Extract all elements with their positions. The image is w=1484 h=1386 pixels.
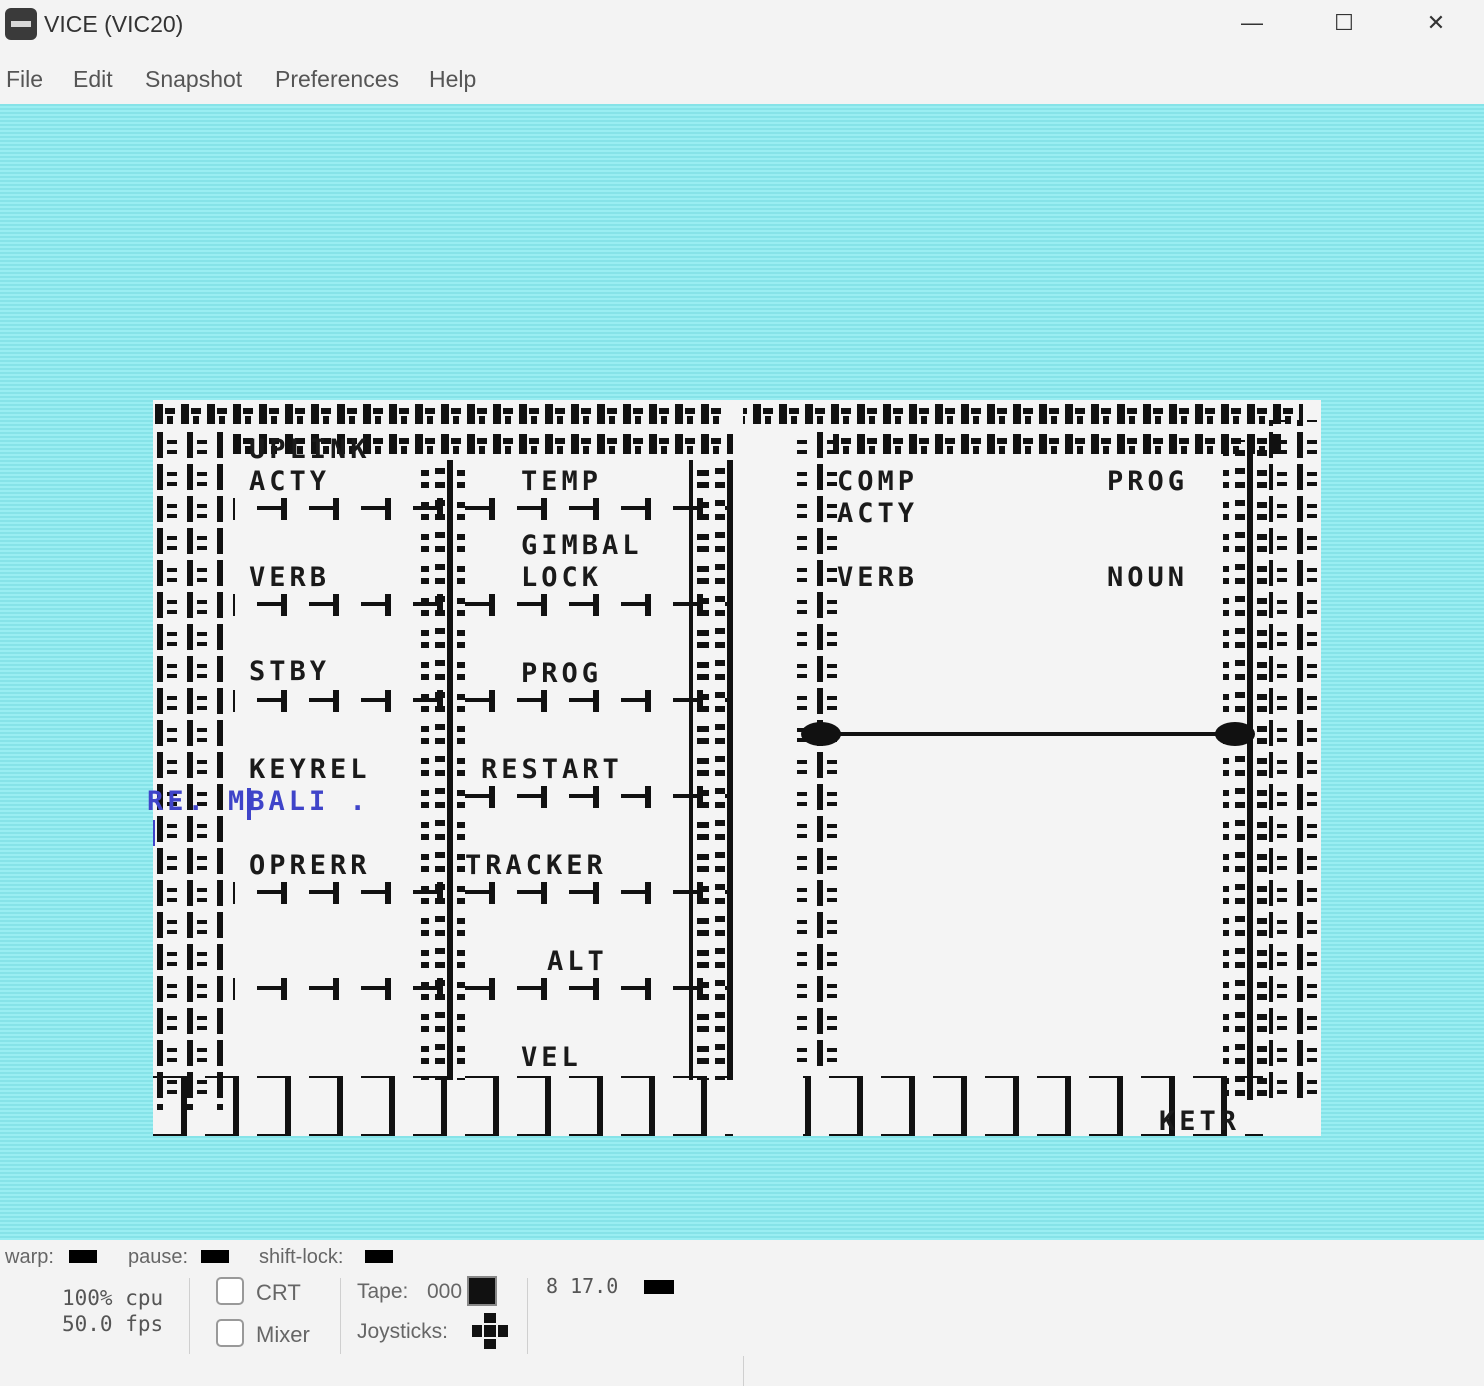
label-verb-left: VERB <box>249 562 331 593</box>
drive-status: 8 17.0 <box>546 1274 619 1298</box>
separator <box>527 1278 528 1354</box>
tape-label: Tape: <box>357 1280 409 1303</box>
close-icon: ✕ <box>1426 10 1446 35</box>
label-keyrel: KEYREL <box>249 754 371 785</box>
menu-file[interactable]: File <box>6 66 43 93</box>
label-uplink: UPLINK <box>249 434 371 465</box>
vic20-display: UPLINK ACTY TEMP GIMBAL VERB LOCK STBY P… <box>147 400 1321 1137</box>
label-alt: ALT <box>547 946 608 977</box>
minimize-button[interactable]: — <box>1206 0 1298 46</box>
label-lock: LOCK <box>521 562 603 593</box>
menu-edit[interactable]: Edit <box>73 66 113 93</box>
label-verb-right: VERB <box>837 562 919 593</box>
mixer-label: Mixer <box>256 1322 310 1347</box>
maximize-icon: ☐ <box>1334 10 1354 35</box>
label-oprerr: OPRERR <box>249 850 371 881</box>
window-title: VICE (VIC20) <box>44 11 184 37</box>
joysticks-label: Joysticks: <box>357 1320 449 1343</box>
label-prog-right: PROG <box>1107 466 1189 497</box>
warp-label: warp: <box>5 1246 54 1268</box>
label-prog-left: PROG <box>521 658 603 689</box>
crt-label: CRT <box>256 1280 301 1305</box>
title-bar: VICE (VIC20) — ☐ ✕ <box>0 0 1484 50</box>
overlay-text: RE. MBALI . <box>147 786 370 817</box>
minimize-icon: — <box>1241 10 1263 35</box>
joystick-icon[interactable] <box>472 1313 508 1349</box>
tape-counter: 000 <box>427 1280 463 1303</box>
tape-control-button[interactable] <box>467 1276 497 1306</box>
cpu-readout: 100% cpu <box>62 1286 164 1310</box>
fps-readout: 50.0 fps <box>62 1312 164 1336</box>
label-acty-right: ACTY <box>837 498 919 529</box>
drive-led <box>644 1280 674 1294</box>
shift-lock-indicator[interactable] <box>365 1250 393 1263</box>
menu-snapshot[interactable]: Snapshot <box>145 66 242 93</box>
label-restart: RESTART <box>481 754 623 785</box>
label-stby: STBY <box>249 656 331 687</box>
maximize-button[interactable]: ☐ <box>1298 0 1390 46</box>
status-bar: warp: pause: shift-lock: 100% cpu 50.0 f… <box>0 1240 1484 1386</box>
menu-help[interactable]: Help <box>429 66 476 93</box>
label-noun: NOUN <box>1107 562 1189 593</box>
pause-label: pause: <box>128 1246 189 1268</box>
crt-checkbox[interactable] <box>216 1277 244 1305</box>
vice-app-icon <box>5 8 37 40</box>
separator <box>189 1278 190 1354</box>
warp-indicator[interactable] <box>69 1250 97 1263</box>
separator <box>743 1356 744 1386</box>
mixer-checkbox[interactable] <box>216 1319 244 1347</box>
label-gimbal: GIMBAL <box>521 530 643 561</box>
pause-indicator[interactable] <box>201 1250 229 1263</box>
separator <box>340 1278 341 1354</box>
menu-bar: File Edit Snapshot Preferences Help <box>0 56 1484 104</box>
label-tracker: TRACKER <box>465 850 607 881</box>
emulator-screen[interactable]: UPLINK ACTY TEMP GIMBAL VERB LOCK STBY P… <box>0 104 1484 1240</box>
label-acty-left: ACTY <box>249 466 331 497</box>
label-comp: COMP <box>837 466 919 497</box>
shift-lock-label: shift-lock: <box>259 1246 344 1268</box>
close-button[interactable]: ✕ <box>1390 0 1482 46</box>
label-key: KETR <box>1159 1106 1241 1137</box>
menu-preferences[interactable]: Preferences <box>275 66 399 93</box>
label-vel: VEL <box>521 1042 582 1073</box>
label-temp: TEMP <box>521 466 603 497</box>
